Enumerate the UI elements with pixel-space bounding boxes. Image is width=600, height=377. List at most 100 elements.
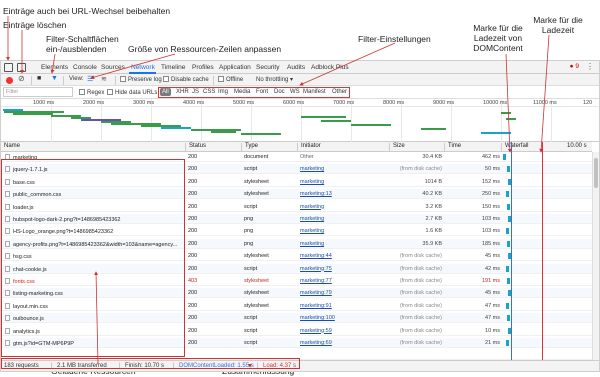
scrollbar-thumb[interactable]	[594, 158, 598, 188]
tab-adblock-plus[interactable]: Adblock Plus	[311, 64, 349, 71]
cell-initiator[interactable]: marketing	[300, 216, 388, 222]
waterfall-cell	[501, 251, 592, 261]
overview-bar	[301, 116, 346, 118]
view-label: View:	[69, 76, 84, 82]
column-type[interactable]: Type	[241, 143, 297, 152]
cell-initiator[interactable]: marketing	[300, 241, 388, 247]
cell-initiator: Other	[300, 154, 314, 160]
cell-initiator[interactable]: marketing	[300, 204, 388, 210]
filter-bar: Filter Regex Hide data URLs All XHR JS C…	[1, 86, 599, 99]
throttling-select[interactable]: No throttling ▾	[256, 76, 293, 83]
preserve-log-checkbox[interactable]: Preserve log	[120, 76, 162, 83]
tab-application[interactable]: Application	[219, 64, 251, 71]
overview-icon[interactable]: ≋	[101, 75, 107, 83]
waterfall-cell	[501, 338, 592, 348]
cell-initiator[interactable]: marketing	[300, 179, 388, 185]
network-overview[interactable]: 1000 ms 2000 ms 3000 ms 4000 ms 5000 ms 6000 …	[1, 99, 599, 142]
tab-console[interactable]: Console	[73, 64, 97, 71]
cell-initiator[interactable]: marketing:79	[300, 290, 388, 296]
cell-type: script	[244, 166, 258, 173]
regex-checkbox[interactable]: Regex	[79, 89, 104, 96]
overview-bar	[421, 128, 446, 130]
cell-time: 47 ms	[485, 302, 500, 309]
clear-icon[interactable]: ⊘	[18, 74, 25, 83]
waterfall-bar	[507, 278, 510, 284]
column-time[interactable]: Time	[444, 143, 501, 152]
error-count-badge[interactable]: ● 9	[570, 63, 579, 70]
cell-type: png	[244, 240, 254, 247]
cell-size: 2.7 KB	[425, 216, 442, 222]
filter-toggle-icon[interactable]: ▼	[51, 75, 58, 82]
cell-initiator[interactable]: marketing:77	[300, 278, 388, 284]
column-initiator[interactable]: Initiator	[297, 143, 389, 152]
waterfall-cell	[501, 276, 592, 286]
cell-status: 200	[188, 191, 198, 198]
cell-type: script	[244, 315, 258, 322]
cell-initiator[interactable]: marketing:13	[300, 191, 388, 197]
tab-elements[interactable]: Elements	[41, 64, 68, 71]
overview-bar	[481, 132, 511, 134]
waterfall-cell	[501, 202, 592, 212]
cell-time: 462 ms	[481, 154, 500, 160]
inspect-element-icon[interactable]	[4, 63, 13, 72]
offline-checkbox[interactable]: Offline	[218, 76, 243, 83]
cell-size: 40.2 KB	[422, 191, 442, 198]
column-status[interactable]: Status	[185, 143, 241, 152]
cell-initiator[interactable]: marketing:59	[300, 328, 388, 334]
annotation-keep-entries: Einträge auch bei URL-Wechsel beibehalte…	[3, 6, 171, 16]
ruler-label: 4000 ms	[183, 100, 205, 106]
cell-time: 10 ms	[485, 327, 500, 334]
column-name[interactable]: Name	[1, 143, 185, 152]
dom-content-loaded-line	[511, 142, 512, 360]
cell-type: script	[244, 327, 258, 334]
waterfall-cell	[501, 226, 592, 236]
loaded-resources-highlight	[1, 159, 185, 357]
cell-time: 150 ms	[481, 203, 500, 210]
device-toolbar-icon[interactable]	[17, 63, 26, 72]
hide-data-urls-checkbox[interactable]: Hide data URLs	[107, 89, 157, 96]
cell-status: 403	[188, 278, 198, 284]
filter-settings-highlight	[158, 87, 350, 98]
waterfall-bar	[506, 340, 509, 346]
tab-audits[interactable]: Audits	[287, 64, 305, 71]
cell-initiator[interactable]: marketing:75	[300, 266, 388, 272]
cell-status: 200	[188, 228, 198, 235]
cell-time: 250 ms	[481, 191, 500, 198]
column-waterfall[interactable]: Waterfall	[501, 143, 561, 152]
cell-initiator[interactable]: marketing	[300, 228, 388, 234]
large-rows-icon[interactable]: ☰	[87, 75, 93, 83]
ruler-label: 7000 ms	[333, 100, 355, 106]
cell-initiator[interactable]: marketing:91	[300, 303, 388, 309]
cell-initiator[interactable]: marketing:69	[300, 340, 388, 346]
overview-bar	[13, 113, 53, 115]
cell-time: 152 ms	[481, 178, 500, 185]
annotation-row-size: Größe von Ressourcen-Zeilen anpassen	[128, 44, 282, 54]
toolbar-divider	[31, 75, 32, 85]
cell-status: 200	[188, 178, 198, 185]
cell-type: stylesheet	[244, 302, 269, 309]
tab-security[interactable]: Security	[256, 64, 279, 71]
tab-network[interactable]: Network	[131, 64, 155, 71]
table-scrollbar[interactable]	[592, 152, 599, 362]
waterfall-cell	[501, 214, 592, 224]
toolbar-divider	[213, 75, 214, 85]
tab-profiles[interactable]: Profiles	[192, 64, 214, 71]
waterfall-bar	[503, 154, 506, 160]
column-size[interactable]: Size	[389, 143, 444, 152]
cell-time: 45 ms	[485, 290, 500, 297]
more-options-icon[interactable]: ⋮	[586, 62, 594, 71]
cell-time: 47 ms	[485, 315, 500, 322]
annotation-clear-entries: Einträge löschen	[3, 20, 67, 30]
tab-sources[interactable]: Sources	[101, 64, 125, 71]
cell-status: 200	[188, 240, 198, 247]
cell-initiator[interactable]: marketing:100	[300, 315, 388, 321]
tab-timeline[interactable]: Timeline	[161, 64, 185, 71]
cell-initiator[interactable]: marketing	[300, 166, 388, 172]
cell-initiator[interactable]: marketing:44	[300, 253, 388, 259]
disable-cache-checkbox[interactable]: Disable cache	[163, 76, 209, 83]
filter-input[interactable]: Filter	[3, 87, 73, 97]
waterfall-cell	[501, 177, 592, 187]
capture-screenshots-icon[interactable]: ■	[37, 75, 41, 82]
overview-bar	[506, 118, 516, 120]
record-button[interactable]	[6, 76, 13, 84]
